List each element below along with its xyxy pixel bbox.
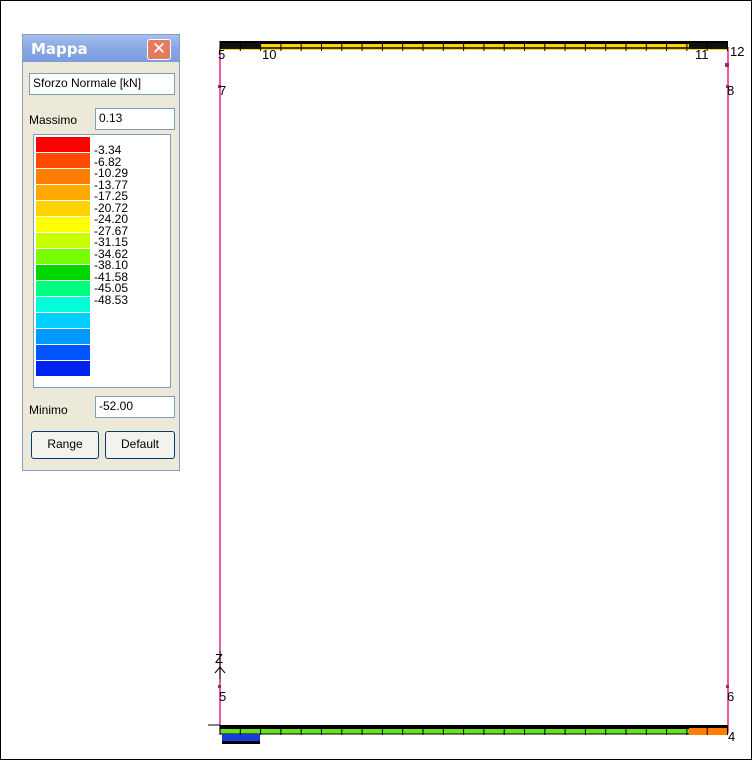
legend-values: -3.34 -6.82 -10.29 -13.77 -17.25 -20.72 -24.20… bbox=[94, 144, 164, 307]
legend-swatch bbox=[36, 281, 90, 297]
quantity-field[interactable]: Sforzo Normale [kN] bbox=[29, 73, 175, 95]
palette-title: Mappa bbox=[31, 40, 88, 58]
label-node-9-top: 5 bbox=[218, 47, 225, 62]
min-label: Minimo bbox=[29, 403, 68, 417]
legend-swatch bbox=[36, 345, 90, 361]
legend-swatch bbox=[36, 233, 90, 249]
legend-swatch bbox=[36, 201, 90, 217]
label-node-6: 6 bbox=[727, 689, 734, 704]
node-12-marker bbox=[725, 63, 729, 67]
legend-swatch bbox=[36, 185, 90, 201]
color-legend: -3.34 -6.82 -10.29 -13.77 -17.25 -20.72 -24.20… bbox=[33, 134, 171, 388]
max-value-field[interactable]: 0.13 bbox=[95, 108, 175, 130]
legend-swatch bbox=[36, 153, 90, 169]
top-beam bbox=[219, 41, 728, 51]
default-button[interactable]: Default bbox=[105, 431, 175, 459]
label-node-4: 4 bbox=[728, 729, 735, 744]
min-value-field[interactable]: -52.00 bbox=[95, 396, 175, 418]
legend-swatches bbox=[36, 137, 90, 377]
legend-swatch bbox=[36, 297, 90, 313]
map-palette: Mappa ✕ Sforzo Normale [kN] Massimo 0.13… bbox=[22, 34, 180, 471]
node-5 bbox=[218, 685, 221, 688]
node-6 bbox=[726, 685, 729, 688]
palette-titlebar[interactable]: Mappa ✕ bbox=[23, 35, 179, 62]
label-node-10: 10 bbox=[262, 47, 276, 62]
close-icon[interactable]: ✕ bbox=[147, 39, 171, 60]
legend-swatch bbox=[36, 137, 90, 153]
legend-swatch bbox=[36, 313, 90, 329]
range-button[interactable]: Range bbox=[31, 431, 99, 459]
label-axis-z: Z bbox=[215, 651, 223, 666]
label-node-12: 12 bbox=[730, 44, 744, 59]
label-node-11: 11 bbox=[695, 47, 709, 62]
max-label: Massimo bbox=[29, 113, 78, 127]
legend-swatch bbox=[36, 249, 90, 265]
label-node-5: 5 bbox=[219, 689, 226, 704]
model-viewport[interactable]: 5 10 11 12 7 8 Z 5 6 4 Mappa ✕ Sforzo No… bbox=[0, 0, 752, 760]
legend-swatch bbox=[36, 169, 90, 185]
legend-swatch bbox=[36, 217, 90, 233]
legend-swatch bbox=[36, 361, 90, 377]
legend-swatch bbox=[36, 329, 90, 345]
bottom-beam bbox=[219, 725, 728, 744]
label-node-7: 7 bbox=[219, 83, 226, 98]
legend-swatch bbox=[36, 265, 90, 281]
legend-value: -48.53 bbox=[94, 292, 129, 307]
label-node-8: 8 bbox=[727, 83, 734, 98]
